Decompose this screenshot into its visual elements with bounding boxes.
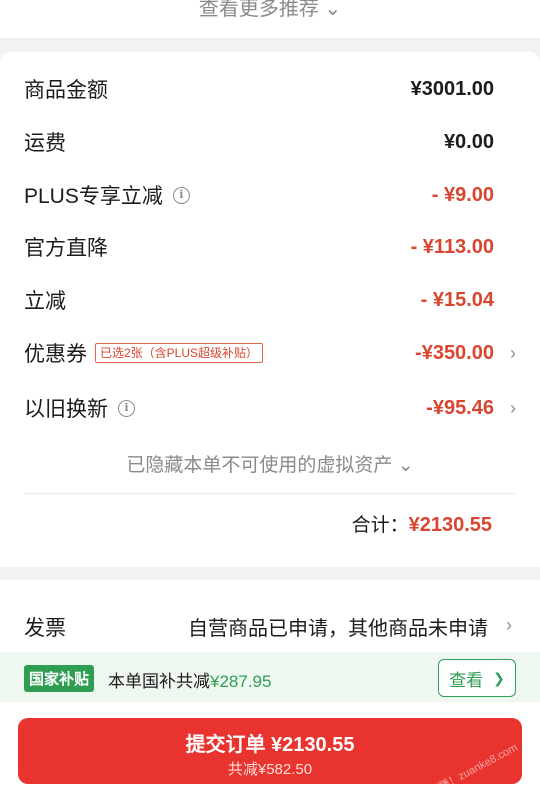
row-plus-discount: PLUS专享立减 i - ¥9.00: [24, 175, 494, 215]
trade-in-value: -¥95.46: [426, 396, 494, 419]
chevron-right-icon: ›: [510, 342, 516, 363]
info-icon[interactable]: i: [172, 186, 190, 204]
subsidy-text-label: 本单国补共减: [108, 672, 210, 691]
subsidy-amount: ¥287.95: [210, 672, 272, 691]
order-total: 合计：¥2130.55: [352, 510, 492, 537]
invoice-label: 发票: [24, 617, 66, 640]
row-goods-amount: 商品金额 ¥3001.00: [24, 69, 494, 109]
coupon-value: -¥350.00: [415, 341, 494, 364]
submit-order-button[interactable]: 提交订单 ¥2130.55 共减¥582.50 赚客吧，有奖一起赚！zuanke…: [18, 718, 522, 803]
row-official-reduction: 官方直降 - ¥113.00: [24, 227, 494, 267]
row-trade-in[interactable]: 以旧换新 i -¥95.46 ›: [24, 388, 516, 428]
shipping-value: ¥0.00: [443, 130, 494, 153]
total-label: 合计：: [351, 515, 409, 536]
official-reduction-value: - ¥113.00: [410, 235, 494, 258]
total-value: ¥2130.55: [408, 514, 492, 536]
chevron-right-icon: ›: [510, 397, 516, 418]
more-recommendations-link[interactable]: 查看更多推荐 ⌄: [0, 0, 540, 21]
invoice-status: 自营商品已申请，其他商品未申请: [188, 618, 488, 640]
row-shipping: 运费 ¥0.00: [24, 122, 494, 162]
national-subsidy-bar: 国家补贴 本单国补共减¥287.95 查看 ❯: [0, 652, 540, 702]
chevron-down-icon: ⌄: [324, 0, 342, 20]
plus-discount-value: - ¥9.00: [431, 183, 494, 206]
trade-in-label: 以旧换新: [24, 398, 108, 421]
goods-amount-label: 商品金额: [24, 79, 108, 102]
instant-reduction-label: 立减: [24, 290, 66, 313]
row-coupon[interactable]: 优惠券 已选2张（含PLUS超级补贴） -¥350.00 ›: [24, 333, 516, 373]
view-subsidy-button[interactable]: 查看 ❯: [438, 659, 516, 697]
official-reduction-label: 官方直降: [24, 237, 108, 260]
submit-order-label: 提交订单 ¥2130.55: [185, 734, 355, 756]
more-recommendations-label: 查看更多推荐: [198, 0, 319, 20]
shipping-label: 运费: [24, 132, 66, 155]
instant-reduction-value: - ¥15.04: [420, 288, 494, 311]
subsidy-text: 本单国补共减¥287.95: [108, 667, 271, 692]
chevron-right-icon: ❯: [493, 669, 505, 686]
info-icon[interactable]: i: [118, 399, 135, 417]
hidden-assets-toggle[interactable]: 已隐藏本单不可使用的虚拟资产 ⌄: [0, 450, 540, 477]
row-instant-reduction: 立减 - ¥15.04: [24, 280, 494, 320]
goods-amount-value: ¥3001.00: [410, 77, 494, 100]
view-button-label: 查看: [449, 670, 484, 690]
price-summary-card: 商品金额 ¥3001.00 运费 ¥0.00 PLUS专享立减 i - ¥9.0…: [0, 52, 540, 567]
hidden-assets-label: 已隐藏本单不可使用的虚拟资产: [126, 455, 393, 476]
national-subsidy-badge: 国家补贴: [24, 665, 95, 692]
coupon-label: 优惠券: [24, 343, 87, 366]
recommendation-strip: 查看更多推荐 ⌄: [0, 0, 540, 38]
footer-bar: 提交订单 ¥2130.55 共减¥582.50 赚客吧，有奖一起赚！zuanke…: [0, 702, 540, 803]
plus-discount-label: PLUS专享立减: [24, 185, 163, 208]
chevron-right-icon: ›: [506, 615, 512, 635]
divider: [24, 493, 516, 494]
coupon-selected-tag: 已选2张（含PLUS超级补贴）: [95, 343, 264, 363]
chevron-down-icon: ⌄: [397, 455, 414, 476]
